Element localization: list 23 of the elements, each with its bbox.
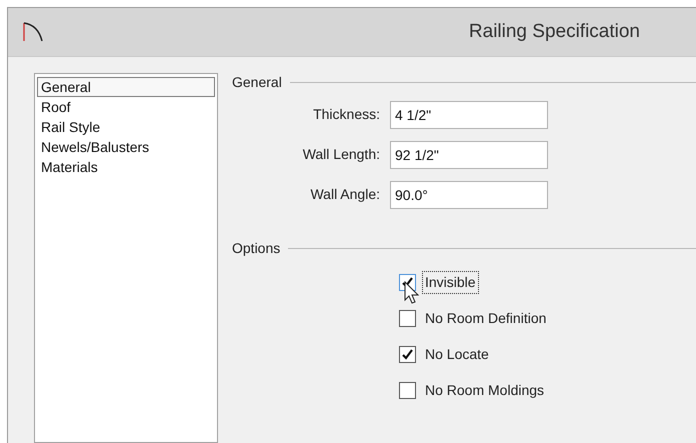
field-label: Thickness:	[313, 106, 380, 122]
input-field[interactable]: 90.0°	[390, 181, 548, 209]
checkbox-label: Invisible	[422, 270, 479, 294]
input-field[interactable]: 4 1/2"	[390, 101, 548, 129]
mouse-pointer-icon	[404, 281, 420, 305]
sidebar-item[interactable]: Newels/Balusters	[37, 137, 215, 157]
checkbox-label: No Locate	[424, 344, 490, 364]
sidebar-item[interactable]: Roof	[37, 97, 215, 117]
group-title: General	[232, 72, 282, 92]
app-logo-icon	[22, 21, 44, 43]
sidebar-item[interactable]: Materials	[37, 157, 215, 177]
input-field[interactable]: 92 1/2"	[390, 141, 548, 169]
field-label: Wall Length:	[302, 146, 380, 162]
checkbox-label: No Room Definition	[424, 308, 548, 328]
checkbox-label: No Room Moldings	[424, 380, 546, 400]
checkbox[interactable]	[399, 382, 416, 398]
checkbox[interactable]	[399, 346, 416, 362]
field-label: Wall Angle:	[310, 186, 380, 202]
sidebar-item[interactable]: Rail Style	[37, 117, 215, 137]
group-title: Options	[232, 238, 280, 258]
checkbox[interactable]	[399, 310, 416, 326]
window-title: Railing Specification	[468, 20, 640, 42]
sidebar-item[interactable]: General	[37, 77, 215, 97]
